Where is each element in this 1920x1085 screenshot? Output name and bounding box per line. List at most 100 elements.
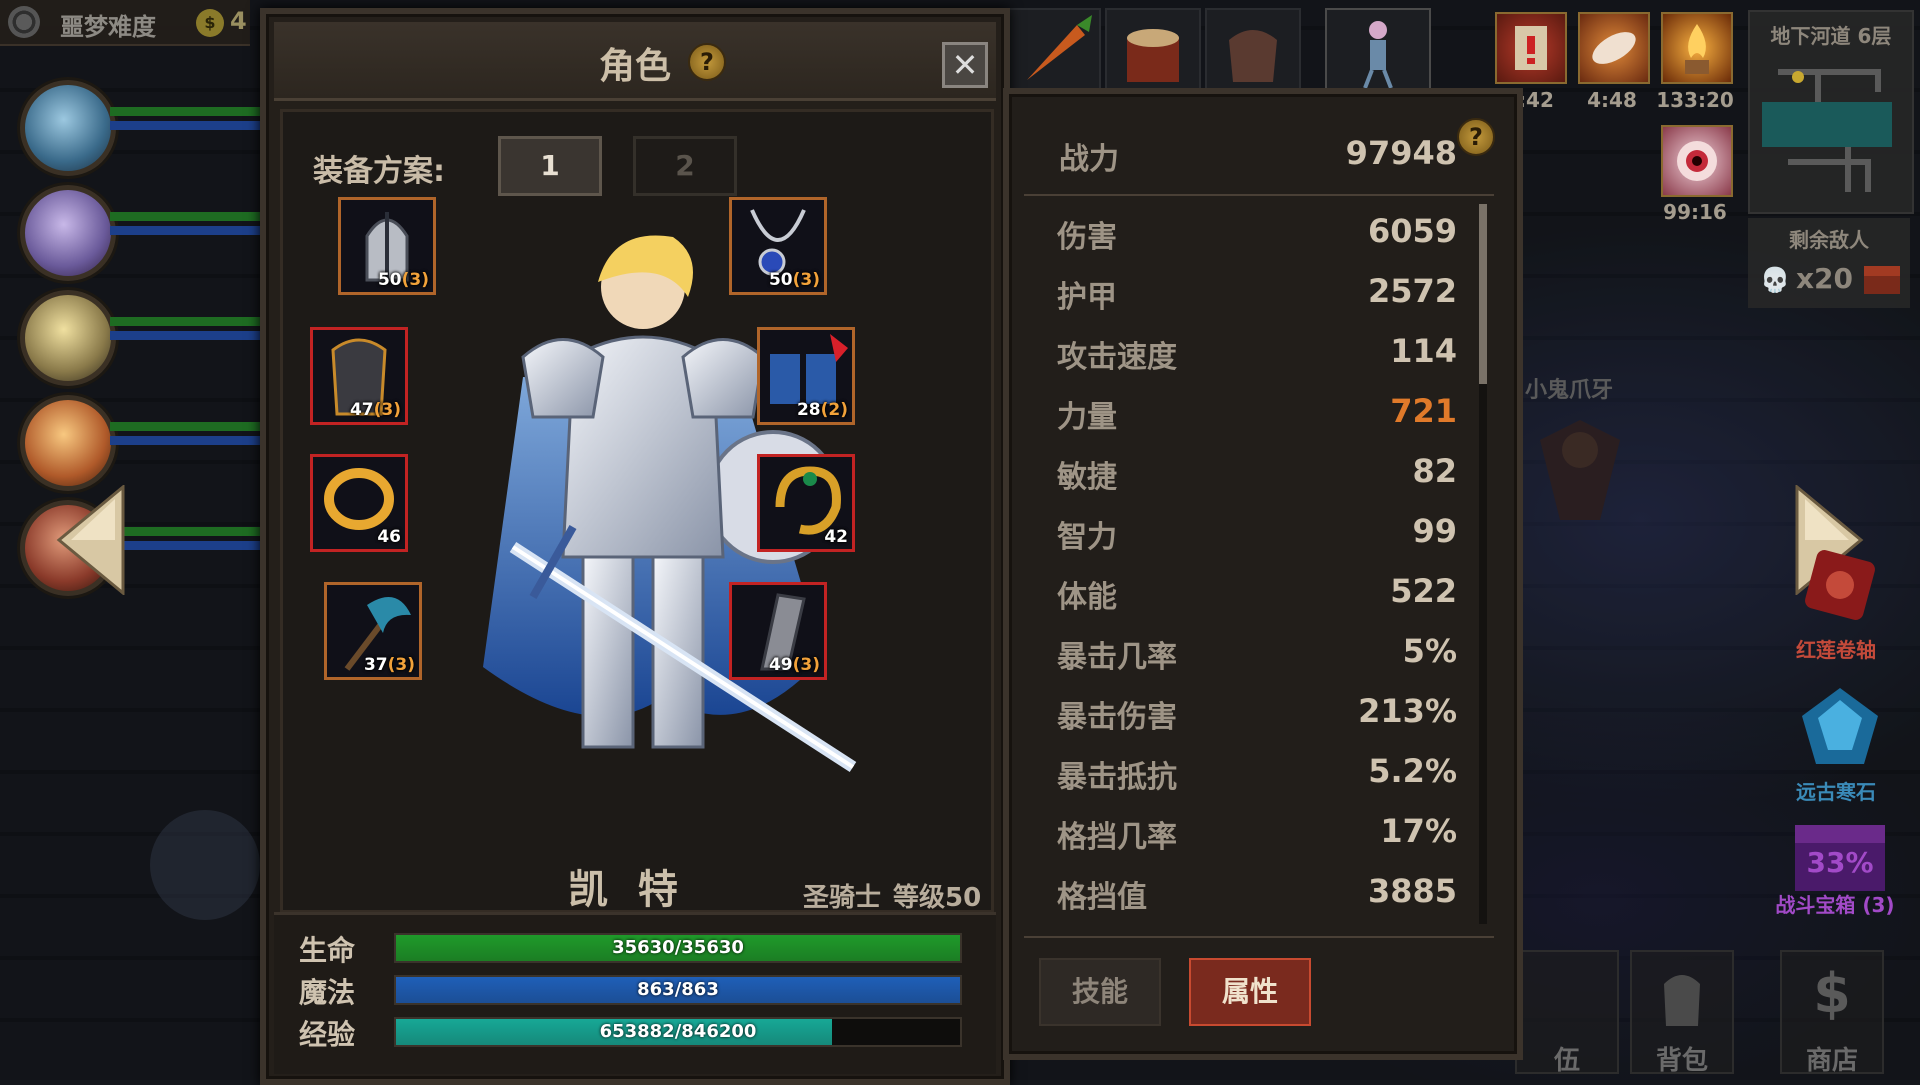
- stat-value: 522: [1390, 572, 1457, 610]
- plan-2-button[interactable]: 2: [633, 136, 737, 196]
- frost-stone-icon[interactable]: [1792, 680, 1888, 776]
- character-name: 凯 特: [568, 867, 686, 913]
- party-member[interactable]: [10, 390, 260, 491]
- scroll-icon[interactable]: [1795, 540, 1885, 630]
- item-level: 37(3): [363, 655, 415, 675]
- stat-label: 力量: [1057, 400, 1117, 435]
- loot-label: 远古寒石: [1796, 780, 1876, 804]
- buff-fire[interactable]: [1661, 12, 1733, 84]
- item-level: 28(2): [796, 400, 848, 420]
- stats-scrollbar[interactable]: [1479, 204, 1487, 924]
- dollar-icon: $: [1813, 962, 1851, 1025]
- character-bars: 生命 35630/35630 魔法 863/863 经验 653882/8462…: [274, 912, 996, 1074]
- mp-bar-text: 863/863: [637, 979, 719, 1000]
- party-avatar[interactable]: [20, 395, 116, 491]
- armor-slot[interactable]: 47(3): [310, 327, 408, 425]
- necklace-slot[interactable]: 50(3): [729, 197, 827, 295]
- character-portrait-slot[interactable]: [1325, 8, 1431, 92]
- character-level: 等级50: [893, 883, 982, 913]
- hp-bar: 35630/35630: [394, 933, 962, 963]
- eye-icon: [1677, 141, 1717, 181]
- boots-slot[interactable]: 28(2): [757, 327, 855, 425]
- divider: [1024, 936, 1494, 938]
- backpack-button-label: 背包: [1655, 1046, 1708, 1076]
- party-mp-bar: [110, 541, 260, 550]
- party-member[interactable]: [10, 75, 260, 176]
- coin-icon: $: [196, 9, 224, 37]
- equipment-plan-label: 装备方案:: [313, 154, 445, 189]
- plan-1-button[interactable]: 1: [498, 136, 602, 196]
- party-avatar[interactable]: [20, 185, 116, 281]
- panel-title: 角色: [598, 46, 671, 87]
- stats-panel: 战力 97948 ? 伤害 6059 护甲 2572 攻击速度 114 力量 721 敏捷 82 智…: [1003, 88, 1523, 1060]
- shop-button-label: 商店: [1805, 1046, 1858, 1076]
- helmet-slot[interactable]: 50(3): [338, 197, 436, 295]
- stat-value: 5%: [1402, 632, 1457, 670]
- character-panel: 角色 ? ✕ 装备方案: 1 2 50(3) 50(3) 47(3) 28(2)…: [260, 8, 1010, 1085]
- stat-label: 格挡几率: [1057, 820, 1177, 855]
- character-equipment-area: 装备方案: 1 2 50(3) 50(3) 47(3) 28(2) 46 42 …: [280, 109, 994, 913]
- offhand-slot[interactable]: 49(3): [729, 582, 827, 680]
- party-member[interactable]: [10, 495, 260, 596]
- power-label: 战力: [1059, 142, 1119, 177]
- inventory-slot[interactable]: [1105, 8, 1201, 92]
- backpack-icon: [1664, 975, 1700, 1026]
- book-icon: [1515, 26, 1547, 70]
- shop-button[interactable]: $ 商店: [1780, 950, 1884, 1076]
- ring-right-slot[interactable]: 42: [757, 454, 855, 552]
- item-level: 46: [377, 527, 401, 547]
- stat-value: 99: [1412, 512, 1457, 550]
- team-button[interactable]: 伍: [1515, 950, 1619, 1076]
- weapon-slot[interactable]: 37(3): [324, 582, 422, 680]
- help-icon[interactable]: ?: [1457, 118, 1495, 156]
- power-value: 97948: [1345, 134, 1457, 172]
- chest-icon: [1864, 266, 1900, 294]
- buff-book[interactable]: [1495, 12, 1567, 84]
- party-member[interactable]: [10, 285, 260, 386]
- party-avatar[interactable]: [20, 80, 116, 176]
- exp-label: 经验: [299, 1018, 356, 1051]
- character-class: 圣骑士: [803, 883, 882, 913]
- loot-label: 红莲卷轴: [1796, 638, 1876, 662]
- stat-label: 敏捷: [1057, 460, 1117, 495]
- item-level: 49(3): [768, 655, 820, 675]
- stat-label: 暴击抵抗: [1057, 760, 1177, 795]
- dungeon-floor-label: 地下河道 6层: [1770, 24, 1892, 48]
- buff-eye[interactable]: [1661, 125, 1733, 197]
- divider: [1024, 194, 1494, 196]
- item-level: 50(3): [377, 270, 429, 290]
- mp-bar: 863/863: [394, 975, 962, 1005]
- stat-value: 82: [1412, 452, 1457, 490]
- item-level: 47(3): [349, 400, 401, 420]
- tab-skills[interactable]: 技能: [1039, 958, 1161, 1026]
- help-icon[interactable]: ?: [688, 43, 726, 81]
- party-member[interactable]: [10, 180, 260, 281]
- inventory-slot[interactable]: [1005, 8, 1101, 92]
- joystick[interactable]: [150, 810, 260, 920]
- buff-timer: 4:48: [1587, 88, 1637, 112]
- hp-bar-text: 35630/35630: [612, 937, 744, 958]
- stat-value: 3885: [1367, 872, 1457, 910]
- enemy-remaining-label: 剩余敌人: [1789, 228, 1869, 252]
- stat-value: 5.2%: [1368, 752, 1457, 790]
- carrot-icon: [1027, 15, 1092, 80]
- previous-arrow-icon[interactable]: [55, 485, 125, 595]
- settings-gear-icon[interactable]: [8, 6, 40, 38]
- stat-value: 6059: [1367, 212, 1457, 250]
- scrollbar-thumb[interactable]: [1479, 204, 1487, 384]
- item-level: 42: [824, 527, 848, 547]
- close-button[interactable]: ✕: [942, 42, 988, 88]
- enemy-counter: 剩余敌人 💀 x20: [1748, 218, 1910, 308]
- feather-icon: [1592, 32, 1636, 64]
- inventory-slot[interactable]: [1205, 8, 1301, 92]
- stat-label: 暴击伤害: [1057, 700, 1177, 735]
- character-figure-icon: [1363, 21, 1393, 89]
- buff-feather[interactable]: [1578, 12, 1650, 84]
- minimap[interactable]: 地下河道 6层: [1748, 10, 1914, 214]
- stat-label: 体能: [1057, 580, 1117, 615]
- party-avatar[interactable]: [20, 290, 116, 386]
- tab-attributes[interactable]: 属性: [1189, 958, 1311, 1026]
- buff-timer: 133:20: [1656, 88, 1734, 112]
- backpack-button[interactable]: 背包: [1630, 950, 1734, 1076]
- ring-left-slot[interactable]: 46: [310, 454, 408, 552]
